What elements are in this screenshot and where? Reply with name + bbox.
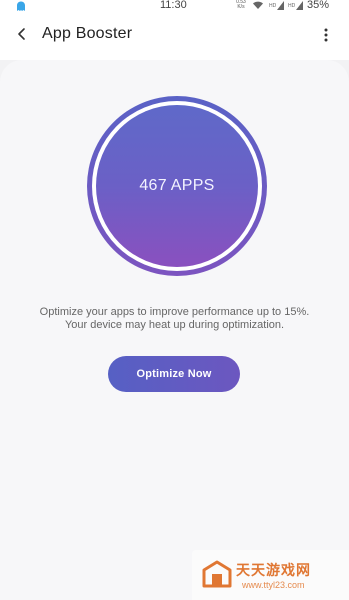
description-text: Optimize your apps to improve performanc… (0, 306, 349, 332)
page-title: App Booster (42, 25, 133, 42)
description-line-2: Your device may heat up during optimizat… (64, 319, 285, 331)
notification-ghost-icon (17, 1, 25, 11)
battery-percentage: 35% (306, 0, 329, 11)
optimize-now-button[interactable]: Optimize Now (108, 356, 240, 392)
svg-text:HD: HD (288, 3, 296, 9)
status-time: 11:30 (160, 0, 187, 11)
more-vertical-icon[interactable] (323, 27, 329, 43)
signal-strength-2-icon: HD (288, 1, 303, 10)
watermark: 天天游戏网 www.ttyl23.com (192, 550, 349, 600)
svg-text:HD: HD (269, 3, 277, 9)
network-speed: 0.53 K/s (236, 0, 246, 10)
wifi-icon (252, 1, 263, 9)
description-line-1: Optimize your apps to improve performanc… (39, 306, 310, 318)
app-header: App Booster (0, 14, 349, 60)
signal-strength-icon: HD (269, 1, 284, 10)
status-indicators: 0.53 K/s HD HD 35% (235, 0, 329, 11)
back-arrow-icon[interactable] (14, 26, 30, 42)
booster-circle: 467 APPS (96, 105, 258, 267)
watermark-logo-icon (202, 560, 232, 588)
status-bar: 11:30 0.53 K/s HD HD 35% (0, 0, 349, 14)
app-count: 467 APPS (139, 177, 215, 194)
watermark-url: www.ttyl23.com (242, 580, 305, 590)
watermark-text: 天天游戏网 (236, 562, 311, 578)
